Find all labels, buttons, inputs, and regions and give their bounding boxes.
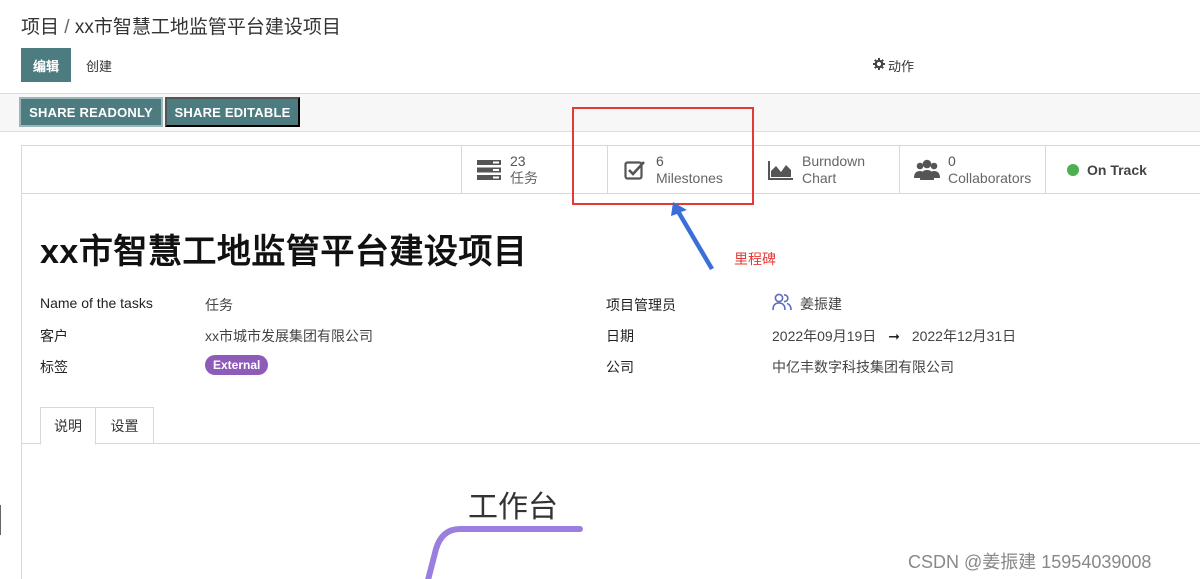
users-icon (914, 157, 940, 183)
project-title[interactable]: xx市智慧工地监管平台建设项目 (40, 224, 527, 273)
share-editable-button[interactable]: SHARE EDITABLE (165, 97, 300, 127)
customer-label: 客户 (40, 328, 68, 344)
share-readonly-button[interactable]: SHARE READONLY (19, 97, 163, 127)
watermark: CSDN @姜振建 15954039008 (908, 552, 1152, 572)
breadcrumb-current: xx市智慧工地监管平台建设项目 (74, 17, 341, 38)
collaborators-stat-button[interactable]: 0 Collaborators (899, 146, 1045, 194)
area-chart-icon (768, 157, 794, 183)
annotation-label: 里程碑 (734, 251, 776, 267)
tag-badge[interactable]: External (205, 355, 269, 375)
manager-label: 项目管理员 (606, 297, 676, 313)
collaborators-count: 0 (948, 153, 956, 169)
burndown-label-line1: Burndown (802, 153, 866, 169)
breadcrumb-root-link[interactable]: 项目 (21, 17, 59, 38)
burndown-label-line2: Chart (802, 170, 837, 186)
edit-button[interactable]: 编辑 (21, 48, 71, 82)
breadcrumb: 项目 / xx市智慧工地监管平台建设项目 (21, 12, 341, 39)
annotation-arrow-icon (671, 202, 714, 270)
tasks-name-label: Name of the tasks (40, 295, 153, 311)
tab-settings[interactable]: 设置 (96, 407, 154, 444)
mindmap-branch-line (425, 526, 583, 579)
tasks-icon (476, 157, 502, 183)
status-button[interactable]: On Track (1045, 146, 1200, 194)
tasks-label: 任务 (510, 170, 538, 186)
tags-label: 标签 (40, 359, 68, 375)
window-edge-divider (0, 505, 3, 535)
annotation-highlight-box (572, 107, 754, 205)
manager-name: 姜振建 (800, 295, 842, 312)
tab-description[interactable]: 说明 (40, 407, 96, 445)
company-label: 公司 (606, 359, 634, 375)
control-panel: 编辑 创建 动作 (0, 46, 1200, 94)
action-label: 动作 (888, 59, 915, 74)
date-label: 日期 (606, 328, 634, 344)
customer-field[interactable]: xx市城市发展集团有限公司 (205, 326, 373, 346)
tasks-name-field[interactable]: 任务 (205, 295, 233, 315)
date-range-field[interactable]: 2022年09月19日 ➞ 2022年12月31日 (772, 326, 1016, 346)
tags-field[interactable]: External (205, 355, 269, 375)
date-start[interactable]: 2022年09月19日 (772, 328, 876, 344)
status-dot-icon (1067, 164, 1079, 176)
status-label: On Track (1087, 162, 1147, 178)
breadcrumb-separator: / (64, 17, 70, 38)
form-sheet: 23 任务 6 Milestones Burndown Chart 0 Collabor… (21, 145, 1200, 579)
gear-icon (873, 58, 885, 73)
collaborators-label: Collaborators (948, 170, 1032, 186)
action-dropdown-button[interactable]: 动作 (873, 56, 914, 75)
notebook-tabs: 说明 设置 (22, 407, 1200, 445)
tasks-count: 23 (510, 153, 526, 169)
description-heading: 工作台 (468, 491, 558, 524)
manager-field[interactable]: 姜振建 (772, 293, 842, 314)
company-field[interactable]: 中亿丰数字科技集团有限公司 (772, 357, 954, 377)
date-end[interactable]: 2022年12月31日 (912, 328, 1016, 344)
create-button[interactable]: 创建 (86, 56, 112, 75)
user-icon (772, 293, 792, 314)
date-arrow: ➞ (888, 328, 900, 344)
burndown-chart-button[interactable]: Burndown Chart (753, 146, 899, 194)
